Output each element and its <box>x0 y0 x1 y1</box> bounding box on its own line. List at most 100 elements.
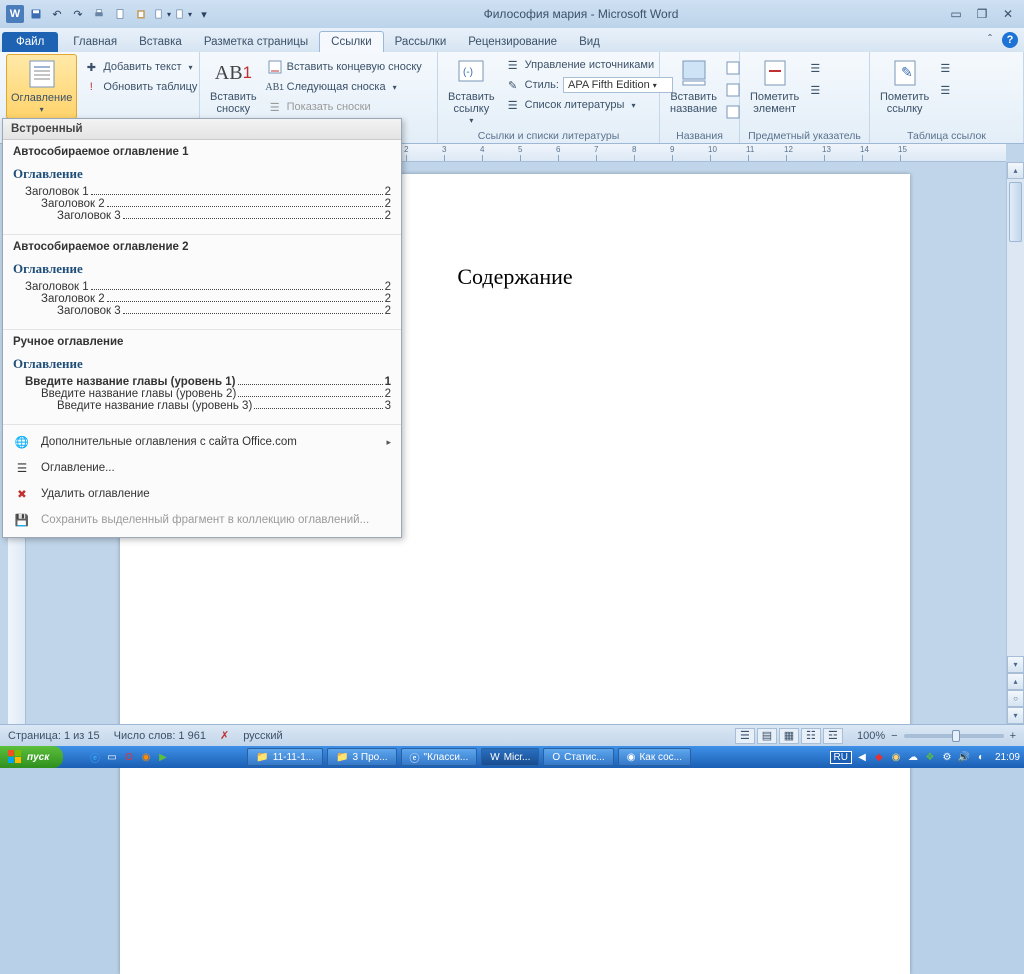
status-proofing-icon[interactable]: ✗ <box>220 729 229 742</box>
tab-review[interactable]: Рецензирование <box>457 32 568 52</box>
show-notes-icon: ☰ <box>267 99 283 115</box>
manage-sources-button[interactable]: ☰Управление источниками <box>503 56 675 74</box>
tray-1-icon[interactable]: ◆ <box>872 750 886 764</box>
qa-redo-icon[interactable]: ↷ <box>69 5 87 23</box>
next-footnote-button[interactable]: AB1Следующая сноска <box>265 78 424 96</box>
auth-extra-1[interactable]: ☰ <box>937 60 953 76</box>
help-icon[interactable]: ? <box>1002 32 1018 48</box>
task-button[interactable]: 📁11-11-1... <box>247 748 323 766</box>
caption-extra-3[interactable] <box>725 104 741 120</box>
index-extra-1[interactable]: ☰ <box>807 60 823 76</box>
toc-button[interactable]: Оглавление ▾ <box>6 54 77 119</box>
status-page[interactable]: Страница: 1 из 15 <box>8 730 100 742</box>
tray-5-icon[interactable]: ⚙ <box>940 750 954 764</box>
qa-undo-icon[interactable]: ↶ <box>48 5 66 23</box>
view-print-layout[interactable]: ☰ <box>735 728 755 744</box>
scrollbar-vertical[interactable]: ▴ ▾ ▴ ○ ▾ <box>1006 162 1024 724</box>
show-footnotes-button[interactable]: ☰Показать сноски <box>265 98 424 116</box>
ql-desktop-icon[interactable]: ▭ <box>105 750 119 764</box>
auth-extra-2[interactable]: ☰ <box>937 82 953 98</box>
qa-new-icon[interactable] <box>111 5 129 23</box>
insert-footnote-button[interactable]: AB1 Вставить сноску <box>206 54 261 118</box>
browse-object-button[interactable]: ○ <box>1007 690 1024 707</box>
task-button[interactable]: WMicr... <box>481 748 539 766</box>
toc-preview-line: Заголовок 12 <box>13 281 391 293</box>
bibliography-button[interactable]: ☰Список литературы <box>503 96 675 114</box>
toc-gallery-item[interactable]: Автособираемое оглавление 1ОглавлениеЗаг… <box>3 140 401 235</box>
zoom-in-button[interactable]: + <box>1010 730 1016 742</box>
window-title: Философия мария - Microsoft Word <box>216 7 946 21</box>
zoom-slider[interactable] <box>904 734 1004 738</box>
tray-4-icon[interactable]: ❖ <box>923 750 937 764</box>
view-web[interactable]: ▦ <box>779 728 799 744</box>
tray-clock[interactable]: 21:09 <box>995 752 1020 763</box>
minimize-button[interactable]: ▭ <box>946 6 966 22</box>
view-draft[interactable]: ☲ <box>823 728 843 744</box>
ql-firefox-icon[interactable]: ◉ <box>139 750 153 764</box>
ql-media-icon[interactable]: ▶ <box>156 750 170 764</box>
insert-caption-button[interactable]: Вставить название <box>666 54 721 118</box>
qa-customize[interactable]: ▾ <box>195 5 213 23</box>
qa-save-icon[interactable] <box>27 5 45 23</box>
scroll-thumb[interactable] <box>1009 182 1022 242</box>
tray-6-icon[interactable]: 🔊 <box>957 750 971 764</box>
file-tab[interactable]: Файл <box>2 32 58 52</box>
maximize-button[interactable]: ❐ <box>972 6 992 22</box>
toc-gallery-item[interactable]: Ручное оглавлениеОглавлениеВведите назва… <box>3 330 401 425</box>
tab-layout[interactable]: Разметка страницы <box>193 32 319 52</box>
task-button[interactable]: OСтатис... <box>543 748 613 766</box>
view-outline[interactable]: ☷ <box>801 728 821 744</box>
qa-more-1[interactable] <box>153 5 171 23</box>
toc-office-templates[interactable]: 🌐 Дополнительные оглавления с сайта Offi… <box>3 429 401 455</box>
task-button[interactable]: ⓔ"Класси... <box>401 748 478 766</box>
group-caption-label: Названия <box>666 129 733 142</box>
add-text-button[interactable]: ✚Добавить текст <box>81 58 199 76</box>
group-cite-label: Ссылки и списки литературы <box>444 129 653 142</box>
scroll-down-button[interactable]: ▾ <box>1007 656 1024 673</box>
ql-opera-icon[interactable]: O <box>122 750 136 764</box>
qa-paste-icon[interactable] <box>132 5 150 23</box>
update-toc-button[interactable]: !Обновить таблицу <box>81 78 199 96</box>
qa-more-2[interactable] <box>174 5 192 23</box>
view-reading[interactable]: ▤ <box>757 728 777 744</box>
tab-home[interactable]: Главная <box>62 32 128 52</box>
citation-style[interactable]: ✎Стиль: APA Fifth Edition <box>503 76 675 94</box>
index-extra-2[interactable]: ☰ <box>807 82 823 98</box>
toc-custom[interactable]: ☰ Оглавление... <box>3 455 401 481</box>
tab-mailings[interactable]: Рассылки <box>384 32 458 52</box>
next-page-button[interactable]: ▾ <box>1007 707 1024 724</box>
task-button[interactable]: 📁3 Про... <box>327 748 396 766</box>
caption-extra-1[interactable] <box>725 60 741 76</box>
tray-arrow-icon[interactable]: ◀ <box>855 750 869 764</box>
tab-insert[interactable]: Вставка <box>128 32 193 52</box>
minimize-ribbon-icon[interactable]: ˆ <box>982 32 998 48</box>
ql-ie-icon[interactable]: ⓔ <box>88 750 102 764</box>
toc-gallery-item[interactable]: Автособираемое оглавление 2ОглавлениеЗаг… <box>3 235 401 330</box>
status-words[interactable]: Число слов: 1 961 <box>114 730 206 742</box>
mark-citation-button[interactable]: ✎ Пометить ссылку <box>876 54 933 118</box>
scroll-up-button[interactable]: ▴ <box>1007 162 1024 179</box>
tab-view[interactable]: Вид <box>568 32 611 52</box>
insert-endnote-button[interactable]: Вставить концевую сноску <box>265 58 424 76</box>
close-button[interactable]: ✕ <box>998 6 1018 22</box>
toc-remove[interactable]: ✖ Удалить оглавление <box>3 481 401 507</box>
start-button[interactable]: пуск <box>0 746 63 768</box>
tray-2-icon[interactable]: ◉ <box>889 750 903 764</box>
status-language[interactable]: русский <box>243 730 282 742</box>
zoom-thumb[interactable] <box>952 730 960 742</box>
prev-page-button[interactable]: ▴ <box>1007 673 1024 690</box>
zoom-out-button[interactable]: − <box>891 730 897 742</box>
qa-print-icon[interactable] <box>90 5 108 23</box>
insert-citation-button[interactable]: (-) Вставить ссылку▾ <box>444 54 499 129</box>
tray-7-icon[interactable]: ◐ <box>974 750 988 764</box>
tab-references[interactable]: Ссылки <box>319 31 384 52</box>
mark-entry-button[interactable]: Пометить элемент <box>746 54 803 118</box>
tray-lang[interactable]: RU <box>830 751 852 764</box>
task-button[interactable]: ◉Как сос... <box>618 748 691 766</box>
office-icon: 🌐 <box>13 433 31 451</box>
zoom-level[interactable]: 100% <box>857 730 885 742</box>
tray-3-icon[interactable]: ☁ <box>906 750 920 764</box>
caption-extra-2[interactable] <box>725 82 741 98</box>
style-select[interactable]: APA Fifth Edition <box>563 77 673 93</box>
toc-preview-line: Заголовок 22 <box>13 293 391 305</box>
